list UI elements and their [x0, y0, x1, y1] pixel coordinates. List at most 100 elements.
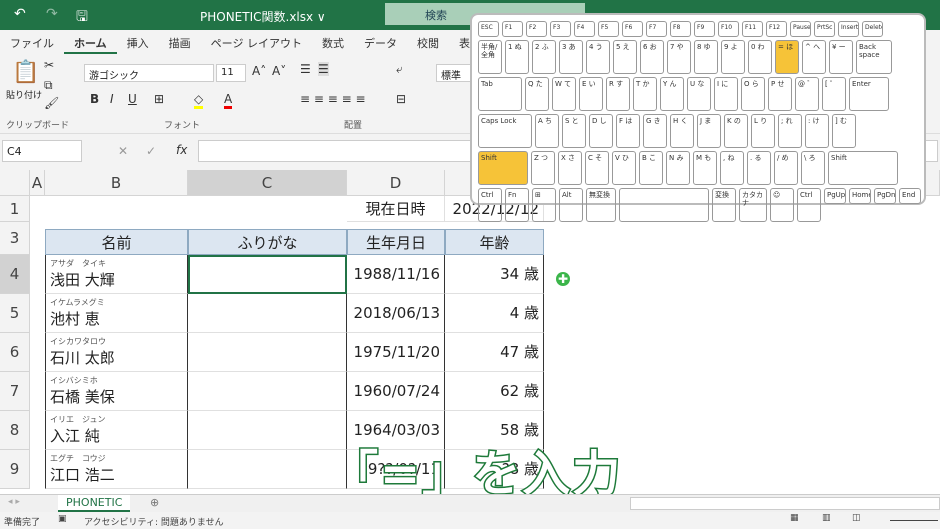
key: B こ	[639, 151, 663, 185]
font-size-select[interactable]: 11	[216, 64, 246, 82]
grow-font-icon[interactable]: A˄	[252, 64, 266, 78]
key: F2	[526, 21, 547, 37]
header-name[interactable]: 名前	[45, 229, 188, 255]
header-birthdate[interactable]: 生年月日	[347, 229, 445, 255]
name-cell[interactable]: イシカワタロウ 石川 太郎	[45, 333, 188, 372]
cut-icon[interactable]: ✂	[44, 58, 54, 72]
copy-icon[interactable]: ⧉	[44, 78, 53, 93]
normal-view-icon[interactable]: ▦	[790, 513, 799, 523]
furigana-cell[interactable]	[188, 255, 347, 294]
furigana-cell[interactable]	[188, 333, 347, 372]
redo-icon[interactable]: ↷	[46, 6, 58, 22]
function-icon[interactable]: fx	[176, 143, 187, 157]
align-middle-icon[interactable]: ☰	[318, 62, 329, 76]
header-furigana[interactable]: ふりがな	[188, 229, 347, 255]
tab-file[interactable]: ファイル	[0, 30, 64, 54]
page-break-view-icon[interactable]: ◫	[852, 513, 861, 523]
tab-insert[interactable]: 挿入	[117, 30, 159, 54]
horizontal-scrollbar[interactable]	[630, 497, 940, 510]
file-title[interactable]: PHONETIC関数.xlsx ∨	[200, 8, 326, 25]
zoom-slider[interactable]	[890, 520, 938, 521]
row-header-3[interactable]: 3	[0, 222, 30, 255]
group-font: フォント	[164, 121, 201, 131]
key: 0 わ	[748, 40, 772, 74]
paste-label[interactable]: 貼り付け	[6, 88, 42, 101]
row-header[interactable]: 9	[0, 450, 30, 489]
format-painter-icon[interactable]: 🖌	[44, 96, 59, 110]
wrap-text-icon[interactable]: ⤶	[396, 62, 403, 77]
enter-icon[interactable]: ✓	[146, 144, 156, 158]
tab-draw[interactable]: 描画	[159, 30, 201, 54]
tab-data[interactable]: データ	[354, 30, 407, 54]
key: O ら	[741, 77, 765, 111]
furigana-cell[interactable]	[188, 450, 347, 489]
furigana-cell[interactable]	[188, 411, 347, 450]
furigana-cell[interactable]	[188, 372, 347, 411]
add-sheet-icon[interactable]: ⊕	[150, 496, 159, 509]
undo-icon[interactable]: ↶	[14, 6, 26, 22]
cancel-icon[interactable]: ✕	[118, 144, 128, 158]
name-cell[interactable]: イケムラメグミ 池村 恵	[45, 294, 188, 333]
name-cell[interactable]: エグチ コウジ 江口 浩二	[45, 450, 188, 489]
name-cell[interactable]: イリエ ジュン 入江 純	[45, 411, 188, 450]
row-header[interactable]: 7	[0, 372, 30, 411]
underline-icon[interactable]: U	[128, 92, 137, 106]
column-header-b[interactable]: B	[45, 170, 188, 196]
italic-icon[interactable]: I	[110, 92, 114, 106]
save-icon[interactable]: 🖫	[76, 6, 88, 30]
key: X さ	[558, 151, 582, 185]
tab-formulas[interactable]: 数式	[312, 30, 354, 54]
bold-icon[interactable]: B	[90, 92, 99, 106]
tab-review[interactable]: 校閲	[407, 30, 449, 54]
align-left-icon[interactable]: ≡ ≡ ≡ ≡ ≡	[300, 92, 366, 106]
keyboard-row: Tab Q たW てE いR すT かY んU なI にO らP せ @ ゛[ ゜ E…	[478, 77, 918, 111]
accessibility-status[interactable]: アクセシビリティ: 問題ありません	[84, 515, 224, 528]
birthdate-cell[interactable]: 1988/11/16	[347, 255, 445, 294]
font-name-select[interactable]: 游ゴシック	[84, 64, 214, 82]
row-header[interactable]: 5	[0, 294, 30, 333]
sheet-tab-phonetic[interactable]: PHONETIC	[58, 495, 131, 512]
key: . る	[747, 151, 771, 185]
row-header-1[interactable]: 1	[0, 196, 30, 222]
furigana-cell[interactable]	[188, 294, 347, 333]
key: カタカナ	[739, 188, 767, 222]
column-header-d[interactable]: D	[347, 170, 445, 196]
birthdate-cell[interactable]: 1975/11/20	[347, 333, 445, 372]
name-ruby: イケムラメグミ	[50, 298, 105, 307]
age-cell[interactable]: 47 歳	[445, 333, 544, 372]
fill-color-icon[interactable]: ◇	[194, 92, 204, 109]
font-color-icon[interactable]: A	[224, 92, 233, 109]
key: C そ	[585, 151, 609, 185]
merge-icon[interactable]: ⊟	[396, 92, 406, 106]
row-header[interactable]: 6	[0, 333, 30, 372]
key: F1	[502, 21, 523, 37]
row-header[interactable]: 8	[0, 411, 30, 450]
tab-page-layout[interactable]: ページ レイアウト	[201, 30, 312, 54]
key: T か	[633, 77, 657, 111]
align-top-icon[interactable]: ☰	[300, 62, 311, 76]
name-box[interactable]: C4	[2, 140, 82, 162]
name-cell[interactable]: イシバシミホ 石橋 美保	[45, 372, 188, 411]
key: ¥ ー	[829, 40, 853, 74]
select-all[interactable]	[0, 170, 30, 196]
column-header-a[interactable]: A	[30, 170, 45, 196]
shrink-font-icon[interactable]: A˅	[272, 64, 286, 78]
key: F は	[616, 114, 640, 148]
macro-icon[interactable]: ▣	[58, 514, 67, 524]
sheet-nav-icon[interactable]: ◂ ▸	[8, 497, 20, 507]
header-age[interactable]: 年齢	[445, 229, 544, 255]
key: ; れ	[778, 114, 802, 148]
page-layout-view-icon[interactable]: ▥	[822, 513, 831, 523]
column-header-c[interactable]: C	[188, 170, 347, 196]
age-cell[interactable]: 62 歳	[445, 372, 544, 411]
birthdate-cell[interactable]: 1960/07/24	[347, 372, 445, 411]
current-date-label[interactable]: 現在日時	[347, 196, 445, 222]
paste-icon[interactable]: 📋	[12, 60, 39, 85]
border-icon[interactable]: ⊞	[154, 92, 164, 106]
name-cell[interactable]: アサダ タイキ 浅田 大輝	[45, 255, 188, 294]
row-header[interactable]: 4	[0, 255, 30, 294]
age-cell[interactable]: 4 歳	[445, 294, 544, 333]
birthdate-cell[interactable]: 2018/06/13	[347, 294, 445, 333]
age-cell[interactable]: 34 歳	[445, 255, 544, 294]
tab-home[interactable]: ホーム	[64, 30, 117, 54]
